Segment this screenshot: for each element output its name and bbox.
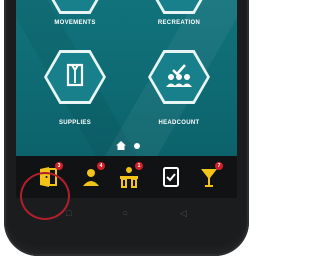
nav-item-drink[interactable]: 7 <box>194 162 224 192</box>
page-indicator <box>16 140 237 152</box>
highlight-ring <box>20 172 70 220</box>
headcount-icon <box>166 64 192 87</box>
badge: 7 <box>215 162 223 170</box>
badge: 4 <box>97 162 105 170</box>
tile-supplies[interactable]: SUPPLIES <box>40 50 110 126</box>
supplies-icon <box>66 63 84 87</box>
tile-label: MOVEMENTS <box>54 20 96 26</box>
checklist-icon <box>163 167 179 187</box>
nav-item-desk[interactable]: 1 <box>114 162 144 192</box>
back-button[interactable]: ◁ <box>180 208 187 219</box>
tile-movements[interactable]: MOVEMENTS <box>40 0 110 30</box>
nav-item-person[interactable]: 4 <box>76 162 106 192</box>
recents-button[interactable]: □ <box>66 208 71 218</box>
home-button[interactable]: ○ <box>122 208 128 219</box>
nav-item-checklist[interactable] <box>156 162 186 192</box>
tile-recreation[interactable]: RECREATION <box>144 0 214 30</box>
badge: 1 <box>135 162 143 170</box>
home-icon[interactable] <box>116 141 126 150</box>
page-dot[interactable] <box>134 143 140 149</box>
tile-headcount[interactable]: HEADCOUNT <box>144 50 214 126</box>
app-screen: MOVEMENTS RECREATION SUPPLIES HEADCOUNT … <box>16 0 237 198</box>
tile-label: SUPPLIES <box>58 120 92 126</box>
tile-label: RECREATION <box>157 20 201 26</box>
badge: 3 <box>55 162 63 170</box>
tile-label: HEADCOUNT <box>158 120 200 126</box>
